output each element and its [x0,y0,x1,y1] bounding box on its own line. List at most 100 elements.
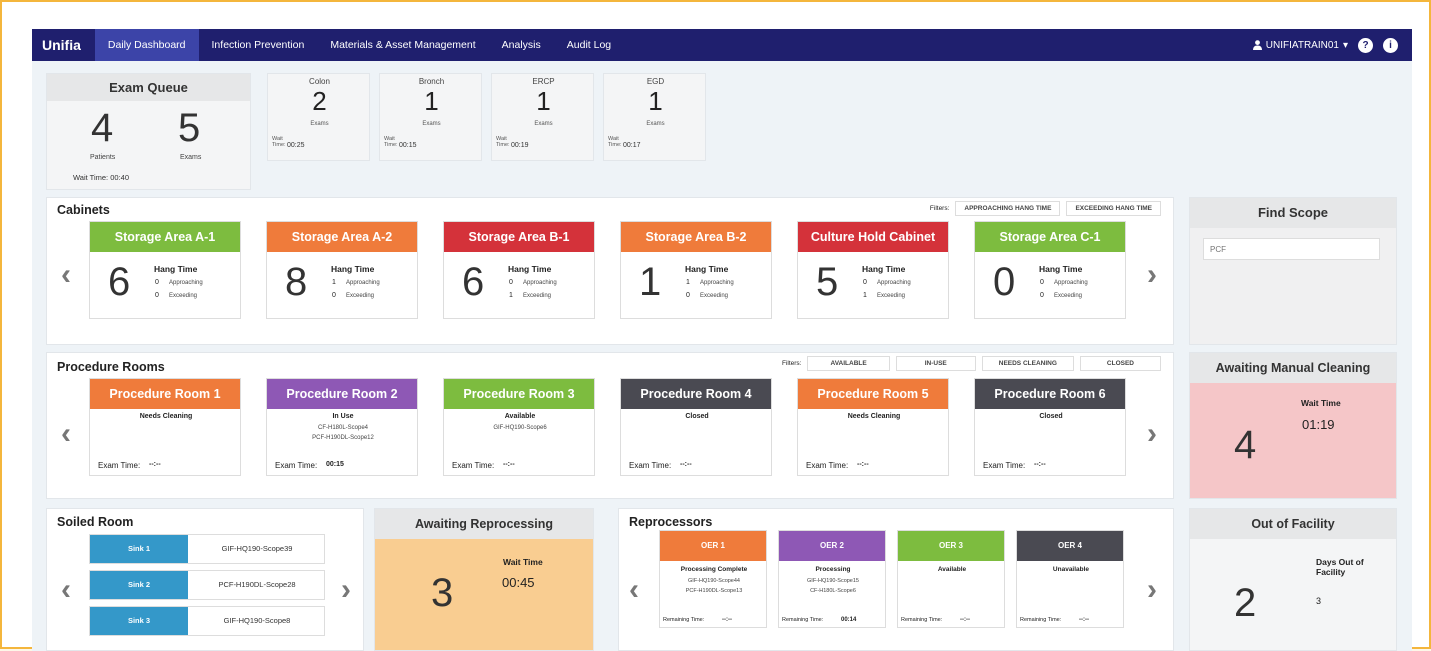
cabinet-hang-time-label: Hang Time [154,264,198,274]
reprocessors-next-arrow[interactable]: › [1147,575,1157,605]
filter-needs-cleaning[interactable]: NEEDS CLEANING [981,356,1074,371]
cabinet-approaching-count: 0 [1040,279,1044,286]
cabinet-exceeding-count: 0 [332,292,336,299]
user-menu[interactable]: UNIFIATRAIN01 ▾ [1252,40,1348,51]
reprocessor-card-header: OER 1 [660,531,766,561]
cabinets-prev-arrow[interactable]: ‹ [61,260,71,290]
reprocessor-card-header: OER 2 [779,531,885,561]
filter-exceeding-hang-time[interactable]: EXCEEDING HANG TIME [1066,201,1161,216]
cabinet-card-storage-area-a-2[interactable]: Storage Area A-2 8 Hang Time 1 Approaching 0 E… [266,221,418,319]
cabinet-scope-count: 6 [108,260,131,304]
exam-queue-exams-label: Exams [180,154,202,161]
room-card-procedure-room-1[interactable]: Procedure Room 1 Needs Cleaning Exam Time:… [89,378,241,476]
reprocessor-remaining-value: --:-- [722,617,732,623]
cabinet-scope-count: 8 [285,260,308,304]
room-card-header: Procedure Room 5 [798,379,948,409]
reprocessor-status: Processing [815,566,851,573]
reprocessor-remaining-label: Remaining Time: [1020,617,1062,623]
reprocessor-scope-2: CF-H180L-Scope6 [810,588,856,594]
room-card-procedure-room-4[interactable]: Procedure Room 4 Closed Exam Time: --:-- [620,378,772,476]
nav-materials-asset-management[interactable]: Materials & Asset Management [317,29,488,61]
cabinets-filters-label: Filters: [929,205,950,212]
cabinet-approaching-label: Approaching [877,280,911,286]
sink-row-sink-3[interactable]: Sink 3 GIF-HQ190-Scope8 [89,606,325,636]
reprocessing-wait-value: 00:45 [502,575,535,590]
procedure-tile-label: Exams [646,121,665,127]
soiled-next-arrow[interactable]: › [341,575,351,605]
out-of-facility-count: 2 [1234,581,1257,625]
room-card-procedure-room-5[interactable]: Procedure Room 5 Needs Cleaning Exam Time:… [797,378,949,476]
room-scope-1: CF-H180L-Scope4 [317,425,369,431]
procedure-tile-bronch[interactable]: Bronch 1 Exams Wait Time: 00:15 [379,73,482,161]
soiled-prev-arrow[interactable]: ‹ [61,575,71,605]
reprocessor-card-oer-2[interactable]: OER 2 Processing GIF-HQ190-Scope15 CF-H180L… [778,530,886,628]
room-card-procedure-room-3[interactable]: Procedure Room 3 Available GIF-HQ190-Scope… [443,378,595,476]
room-exam-time-value: 00:15 [326,461,344,468]
room-card-header: Procedure Room 6 [975,379,1125,409]
rooms-prev-arrow[interactable]: ‹ [61,419,71,449]
cabinets-next-arrow[interactable]: › [1147,260,1157,290]
sink-row-sink-2[interactable]: Sink 2 PCF-H190DL-Scope28 [89,570,325,600]
procedure-tile-count: 2 [312,86,327,116]
cabinet-card-header: Storage Area C-1 [975,222,1125,252]
room-exam-time-label: Exam Time: [98,461,141,470]
cabinet-card-header: Storage Area B-1 [444,222,594,252]
cabinet-exceeding-label: Exceeding [169,293,198,299]
exam-queue-panel: Exam Queue 4 5 Patients Exams Wait Time:… [46,73,251,190]
rooms-filter-bar: Filters: AVAILABLE IN-USE NEEDS CLEANING… [782,356,1161,371]
top-navbar: Unifia Daily Dashboard Infection Prevent… [32,29,1412,61]
procedure-tile-count: 1 [648,86,663,116]
room-status: Closed [1039,413,1063,420]
sink-scope: GIF-HQ190-Scope8 [223,616,291,625]
reprocessor-remaining-value: 00:14 [841,617,857,623]
procedure-tile-ercp[interactable]: ERCP 1 Exams Wait Time: 00:19 [491,73,594,161]
procedure-tile-name: ERCP [532,77,555,86]
help-icon[interactable]: ? [1358,37,1373,53]
cabinet-approaching-count: 0 [509,279,513,286]
nav-daily-dashboard[interactable]: Daily Dashboard [94,29,199,61]
filter-available[interactable]: AVAILABLE [807,356,890,371]
room-status: Needs Cleaning [847,413,901,420]
procedure-tile-name: EGD [646,77,665,86]
reprocessor-card-oer-1[interactable]: OER 1 Processing Complete GIF-HQ190-Scope4… [659,530,767,628]
rooms-next-arrow[interactable]: › [1147,419,1157,449]
nav-infection-prevention[interactable]: Infection Prevention [199,29,318,61]
procedure-tile-egd[interactable]: EGD 1 Exams Wait Time: 00:17 [603,73,706,161]
cabinet-card-culture-hold-cabinet[interactable]: Culture Hold Cabinet 5 Hang Time 0 Approachi… [797,221,949,319]
info-icon[interactable]: i [1383,37,1398,53]
cabinet-card-storage-area-b-2[interactable]: Storage Area B-2 1 Hang Time 1 Approaching 0 E… [620,221,772,319]
user-icon [1252,40,1262,50]
reprocessor-card-header: OER 4 [1017,531,1123,561]
procedure-tile-colon[interactable]: Colon 2 Exams Wait Time: 00:25 [267,73,370,161]
reprocessor-card-oer-4[interactable]: OER 4 Unavailable Remaining Time: --:-- [1016,530,1124,628]
cabinet-approaching-count: 1 [332,279,336,286]
procedure-tile-count: 1 [424,86,439,116]
cabinet-card-storage-area-c-1[interactable]: Storage Area C-1 0 Hang Time 0 Approaching 0 E… [974,221,1126,319]
sink-row-sink-1[interactable]: Sink 1 GIF-HQ190-Scope39 [89,534,325,564]
filter-closed[interactable]: CLOSED [1079,356,1161,371]
cabinet-approaching-count: 0 [863,279,867,286]
room-card-procedure-room-6[interactable]: Procedure Room 6 Closed Exam Time: --:-- [974,378,1126,476]
cabinet-card-storage-area-b-1[interactable]: Storage Area B-1 6 Hang Time 0 Approaching 1 E… [443,221,595,319]
filter-in-use[interactable]: IN-USE [895,356,976,371]
reprocessor-status: Unavailable [1052,566,1090,573]
room-card-procedure-room-2[interactable]: Procedure Room 2 In Use CF-H180L-Scope4 PCF… [266,378,418,476]
cabinet-card-storage-area-a-1[interactable]: Storage Area A-1 6 Hang Time 0 Approaching 0 E… [89,221,241,319]
cabinet-exceeding-count: 0 [1040,292,1044,299]
room-card-header: Procedure Room 1 [90,379,240,409]
nav-analysis[interactable]: Analysis [489,29,554,61]
nav-audit-log[interactable]: Audit Log [554,29,624,61]
cabinet-card-header: Storage Area A-1 [90,222,240,252]
find-scope-input[interactable] [1203,238,1380,260]
cabinet-exceeding-label: Exceeding [700,293,729,299]
reprocessor-remaining-label: Remaining Time: [782,617,824,623]
reprocessor-card-oer-3[interactable]: OER 3 Available Remaining Time: --:-- [897,530,1005,628]
reprocessor-scope-1: GIF-HQ190-Scope15 [807,578,859,584]
reprocessor-scope-1: GIF-HQ190-Scope44 [688,578,740,584]
procedure-tile-name: Colon [309,77,330,86]
procedure-tile-label: Exams [422,121,441,127]
procedure-rooms-title: Procedure Rooms [57,360,165,374]
reprocessors-prev-arrow[interactable]: ‹ [629,575,639,605]
filter-approaching-hang-time[interactable]: APPROACHING HANG TIME [955,201,1061,216]
cabinet-card-header: Storage Area A-2 [267,222,417,252]
